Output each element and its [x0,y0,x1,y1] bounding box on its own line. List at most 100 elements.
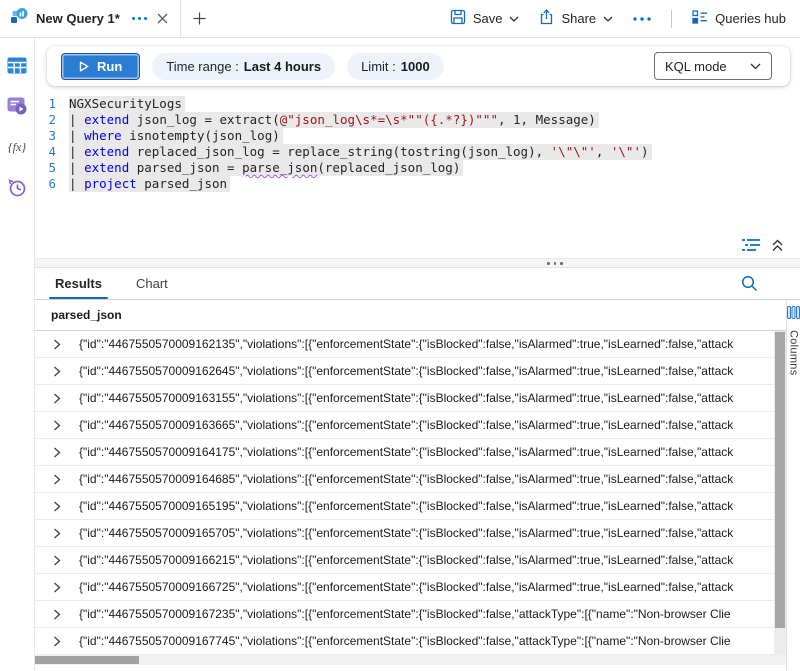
horizontal-scrollbar[interactable] [35,655,786,665]
code-token: parsed_json [137,176,227,191]
row-json-text: {"id":"4467550570009165705","violations"… [79,526,786,540]
code-token: extend [84,112,129,127]
limit-value: 1000 [401,59,430,74]
expand-row-icon[interactable] [35,528,79,539]
expand-row-icon[interactable] [35,474,79,485]
row-json-text: {"id":"4467550570009166725","violations"… [79,580,786,594]
code-token: parse_json [242,160,317,175]
table-row[interactable]: {"id":"4467550570009162645","violations"… [35,358,786,385]
table-row[interactable]: {"id":"4467550570009164685","violations"… [35,466,786,493]
code-text: | project parsed_json [69,176,230,192]
expand-row-icon[interactable] [35,636,79,647]
table-row[interactable]: {"id":"4467550570009164175","violations"… [35,439,786,466]
expand-row-icon[interactable] [35,366,79,377]
code-token: | [69,176,84,191]
collapse-panel-icon[interactable] [771,239,784,252]
save-button[interactable]: Save [450,9,520,28]
pane-splitter[interactable] [35,258,800,268]
code-line[interactable]: 4 | extend replaced_json_log = replace_s… [35,144,800,160]
saved-queries-icon[interactable] [6,95,28,117]
expand-row-icon[interactable] [35,501,79,512]
line-number: 6 [35,176,69,192]
tab-close-icon[interactable] [157,13,168,24]
expand-row-icon[interactable] [35,609,79,620]
row-json-text: {"id":"4467550570009163155","violations"… [79,391,786,405]
horizontal-scrollbar-thumb[interactable] [35,656,139,664]
limit-picker[interactable]: Limit : 1000 [347,53,444,80]
row-json-text: {"id":"4467550570009164175","violations"… [79,445,786,459]
table-row[interactable]: {"id":"4467550570009165195","violations"… [35,493,786,520]
code-line[interactable]: 1 NGXSecurityLogs [35,96,800,112]
table-row[interactable]: {"id":"4467550570009166725","violations"… [35,574,786,601]
expand-row-icon[interactable] [35,393,79,404]
table-row[interactable]: {"id":"4467550570009162135","violations"… [35,331,786,358]
code-token: | [69,144,84,159]
expand-row-icon[interactable] [35,582,79,593]
share-button[interactable]: Share [539,9,613,28]
chevron-down-icon [509,16,519,22]
query-mode-select[interactable]: KQL mode [654,52,772,80]
columns-panel-label: Columns [788,330,800,376]
code-line[interactable]: 3 | where isnotempty(json_log) [35,128,800,144]
code-line[interactable]: 2 | extend json_log = extract(@"json_log… [35,112,800,128]
more-actions-button[interactable] [633,17,651,21]
history-icon[interactable] [6,177,28,199]
code-line[interactable]: 6 | project parsed_json [35,176,800,192]
functions-icon[interactable]: {fx} [6,136,28,158]
tab-chart[interactable]: Chart [132,268,172,299]
table-row[interactable]: {"id":"4467550570009167745","violations"… [35,628,786,655]
table-row[interactable]: {"id":"4467550570009166215","violations"… [35,547,786,574]
grid-rows: {"id":"4467550570009162135","violations"… [35,331,786,655]
table-row[interactable]: {"id":"4467550570009167235","violations"… [35,601,786,628]
query-tab[interactable]: New Query 1* [0,0,181,37]
connections-table-icon[interactable] [6,54,28,76]
code-token: '\"' [611,144,641,159]
line-number: 3 [35,128,69,144]
fx-label: {fx} [8,140,26,155]
tab-results[interactable]: Results [51,268,106,299]
line-number: 4 [35,144,69,160]
table-row[interactable]: {"id":"4467550570009163665","violations"… [35,412,786,439]
table-row[interactable]: {"id":"4467550570009163155","violations"… [35,385,786,412]
tab-title: New Query 1* [36,11,120,26]
code-line[interactable]: 5 | extend parsed_json = parse_json(repl… [35,160,800,176]
query-pane: Run Time range : Last 4 hours Limit : 10… [35,38,800,258]
column-header-parsed-json[interactable]: parsed_json [35,300,786,331]
format-query-icon[interactable] [741,238,761,252]
app-window: New Query 1* Save Share [0,0,800,671]
code-token: | [69,160,84,175]
play-icon [79,61,89,72]
results-body: parsed_json {"id":"4467550570009162135",… [35,300,800,671]
expand-row-icon[interactable] [35,447,79,458]
row-json-text: {"id":"4467550570009167745","violations"… [79,634,786,648]
time-range-picker[interactable]: Time range : Last 4 hours [152,53,335,80]
row-json-text: {"id":"4467550570009167235","violations"… [79,607,786,621]
new-tab-button[interactable] [181,0,219,37]
queries-hub-button[interactable]: Queries hub [692,9,786,28]
topbar-actions: Save Share Queries hub [450,0,800,37]
expand-row-icon[interactable] [35,339,79,350]
expand-row-icon[interactable] [35,420,79,431]
tab-more-icon[interactable] [132,17,147,20]
table-row[interactable]: {"id":"4467550570009165705","violations"… [35,520,786,547]
search-icon[interactable] [741,275,758,292]
run-button[interactable]: Run [61,53,140,80]
vertical-scrollbar-thumb[interactable] [775,332,785,628]
vertical-scrollbar[interactable] [774,331,786,655]
code-token: | [69,128,84,143]
topbar: New Query 1* Save Share [0,0,800,38]
code-text: NGXSecurityLogs [69,96,185,112]
code-text: | extend parsed_json = parse_json(replac… [69,160,463,176]
code-text: | where isnotempty(json_log) [69,128,283,144]
expand-row-icon[interactable] [35,555,79,566]
query-editor[interactable]: 1 NGXSecurityLogs 2 | extend json_log = … [35,96,800,192]
content-column: Run Time range : Last 4 hours Limit : 10… [35,38,800,671]
code-token: @"json_log\s*=\s*""({.*?})""" [280,112,498,127]
code-token: project [84,176,137,191]
query-mode-value: KQL mode [665,59,727,74]
code-token: ) [641,144,649,159]
splitter-handle-icon[interactable] [547,262,563,265]
main-area: {fx} Run Time range : Last 4 hours [0,38,800,671]
queries-hub-label: Queries hub [715,11,786,26]
columns-panel-toggle[interactable]: Columns [786,300,800,671]
